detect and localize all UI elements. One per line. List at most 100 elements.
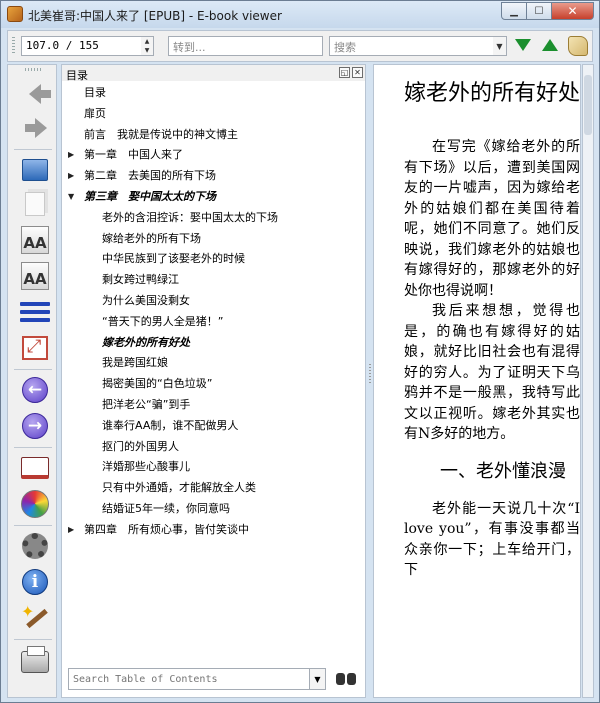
toc-item-label: 第二章 去美国的所有下场 <box>84 169 216 183</box>
toc-item[interactable]: 把洋老公“骗”到手 <box>62 395 365 416</box>
find-next-icon[interactable] <box>515 39 531 51</box>
separator <box>14 447 52 448</box>
minimize-button[interactable]: ▁ <box>501 2 527 20</box>
toc-item-label: 前言 我就是传说中的神文博主 <box>84 127 238 141</box>
toc-item[interactable]: 嫁老外的所有好处 <box>62 333 365 354</box>
toc-item[interactable]: 我是跨国红娘 <box>62 353 365 374</box>
print-button[interactable] <box>20 646 50 677</box>
toc-float-button[interactable]: ◱ <box>339 67 350 78</box>
separator <box>14 525 52 526</box>
toc-item[interactable]: 谁奉行AA制，谁不配做男人 <box>62 416 365 437</box>
gear-icon <box>22 533 48 559</box>
copy-button[interactable] <box>20 189 50 219</box>
toc-item[interactable]: 中华民族到了该娶老外的时候 <box>62 249 365 270</box>
decrease-font-button[interactable]: AA <box>20 261 50 291</box>
spinner-down-icon[interactable]: ▼ <box>141 46 153 55</box>
collapsed-arrow-icon[interactable]: ▶ <box>68 520 74 541</box>
toc-item-label: 目录 <box>84 86 106 99</box>
bookmark-button[interactable] <box>20 453 50 483</box>
toc-item[interactable]: 前言 我就是传说中的神文博主 <box>62 125 365 146</box>
toc-item[interactable]: 嫁给老外的所有下场 <box>62 229 365 250</box>
ebook-viewer-window: 北美崔哥:中国人来了 [EPUB] - E-book viewer ▁ ☐ ✕ … <box>0 0 600 703</box>
metadata-button[interactable]: i <box>20 567 50 597</box>
magic-wand-icon <box>21 602 49 632</box>
toc-list: 目录扉页前言 我就是传说中的神文博主 ▶ 第一章 中国人来了 ▶ 第二章 去美国的所有下… <box>62 83 365 541</box>
next-page-button[interactable]: → <box>20 411 50 441</box>
sidebar-grip[interactable] <box>25 68 41 71</box>
toc-item-label: 只有中外通婚，才能解放全人类 <box>102 481 256 495</box>
increase-font-button[interactable]: AA <box>20 225 50 255</box>
toc-item-label: 为什么美国没剩女 <box>102 293 190 307</box>
preferences-button[interactable] <box>20 531 50 561</box>
copy-icon <box>25 192 45 216</box>
toc-item[interactable]: 揭密美国的“白色垃圾” <box>62 374 365 395</box>
maximize-button[interactable]: ☐ <box>526 2 552 20</box>
close-button[interactable]: ✕ <box>551 2 594 20</box>
search-dropdown-icon[interactable]: ▼ <box>493 36 507 56</box>
toc-item[interactable]: 扉页 <box>62 104 365 125</box>
book-page: 嫁老外的所有好处 在写完《嫁给老外的所有下场》以后，遭到美国网友的一片嘘声，因为… <box>404 79 580 581</box>
toc-search-input[interactable] <box>69 669 309 689</box>
toc-item[interactable]: 洋婚那些心酸事儿 <box>62 457 365 478</box>
toc-item[interactable]: ▼ 第三章 娶中国太太的下场 <box>62 187 365 208</box>
collapsed-arrow-icon[interactable]: ▶ <box>68 166 74 187</box>
toc-item[interactable]: “普天下的男人全是猪！” <box>62 312 365 333</box>
paragraph: 在写完《嫁给老外的所有下场》以后，遭到美国网友的一片嘘声，因为嫁给老外的姑娘们都… <box>404 139 580 299</box>
toc-item-label: 中华民族到了该娶老外的时候 <box>102 252 245 266</box>
content-scrollbar[interactable] <box>582 64 594 698</box>
previous-page-icon: ← <box>22 377 48 403</box>
font-increase-icon: AA <box>21 226 49 254</box>
panel-splitter[interactable] <box>368 64 372 698</box>
toc-item[interactable]: ▶ 第二章 去美国的所有下场 <box>62 166 365 187</box>
find-previous-icon[interactable] <box>542 39 558 51</box>
toc-item-label: 谁奉行AA制，谁不配做男人 <box>102 418 239 432</box>
goto-input[interactable]: 转到... <box>168 36 323 56</box>
toc-item[interactable]: 为什么美国没剩女 <box>62 291 365 312</box>
fullscreen-button[interactable] <box>20 333 50 363</box>
toc-item[interactable]: 剩女跨过鸭绿江 <box>62 270 365 291</box>
toolbar-grip[interactable] <box>12 37 15 55</box>
toc-item[interactable]: ▶ 第四章 所有烦心事，皆付笑谈中 <box>62 520 365 541</box>
view-icon <box>22 159 48 181</box>
toc-item[interactable]: 抠门的外国男人 <box>62 437 365 458</box>
toc-item[interactable]: 老外的含泪控诉：娶中国太太的下场 <box>62 208 365 229</box>
collapsed-arrow-icon[interactable]: ▶ <box>68 145 74 166</box>
toc-search-box[interactable]: ▼ <box>68 668 326 690</box>
position-spinner[interactable]: ▲ ▼ <box>141 36 154 56</box>
previous-page-button[interactable]: ← <box>20 375 50 405</box>
toc-item-label: 第一章 中国人来了 <box>84 148 183 162</box>
next-page-icon: → <box>22 413 48 439</box>
reference-mode-icon[interactable] <box>568 36 588 56</box>
binoculars-search-icon[interactable] <box>335 670 357 688</box>
toc-item[interactable]: 只有中外通婚，才能解放全人类 <box>62 478 365 499</box>
position-spinbox[interactable]: 107.0 / 155 <box>21 36 142 56</box>
toc-toggle-button[interactable] <box>20 297 50 327</box>
paragraph: 我后来想想，觉得也是，的确也有嫁得好的姑娘，就好比旧社会也有混得好的穷人。为了证… <box>404 303 580 442</box>
scrollbar-thumb[interactable] <box>584 75 592 135</box>
table-of-contents-icon <box>20 298 50 326</box>
search-input[interactable]: 搜索 <box>329 36 494 56</box>
toc-close-button[interactable]: ✕ <box>352 67 363 78</box>
inspect-button[interactable] <box>20 602 50 633</box>
toc-item-label: 剩女跨过鸭绿江 <box>102 273 179 287</box>
chapter-heading: 嫁老外的所有好处 <box>404 81 581 106</box>
view-mode-button[interactable] <box>20 155 50 185</box>
spinner-up-icon[interactable]: ▲ <box>141 37 153 46</box>
forward-button[interactable] <box>20 113 50 143</box>
top-toolbar: 107.0 / 155 ▲ ▼ 转到... 搜索 ▼ <box>7 30 593 62</box>
window-controls: ▁ ☐ ✕ <box>501 2 594 21</box>
theme-button[interactable] <box>20 489 50 519</box>
toc-item-label: 第三章 娶中国太太的下场 <box>84 189 216 203</box>
toc-item[interactable]: 目录 <box>62 83 365 104</box>
toc-item[interactable]: ▶ 第一章 中国人来了 <box>62 145 365 166</box>
expanded-arrow-icon[interactable]: ▼ <box>68 187 74 208</box>
toc-item-label: 我是跨国红娘 <box>102 356 168 370</box>
toc-item-label: 扉页 <box>84 106 106 120</box>
book-content: 嫁老外的所有好处 在写完《嫁给老外的所有下场》以后，遭到美国网友的一片嘘声，因为… <box>373 64 581 698</box>
title-bar: 北美崔哥:中国人来了 [EPUB] - E-book viewer ▁ ☐ ✕ <box>1 1 599 28</box>
separator <box>14 639 52 640</box>
toc-search-dropdown-icon[interactable]: ▼ <box>309 669 325 689</box>
toc-item[interactable]: 结婚证5年一续，你同意吗 <box>62 499 365 520</box>
back-button[interactable] <box>20 79 51 109</box>
paragraph: 老外能一天说几十次“I love you”，有事没事都当众亲你一下；上车给开门，… <box>404 500 580 579</box>
